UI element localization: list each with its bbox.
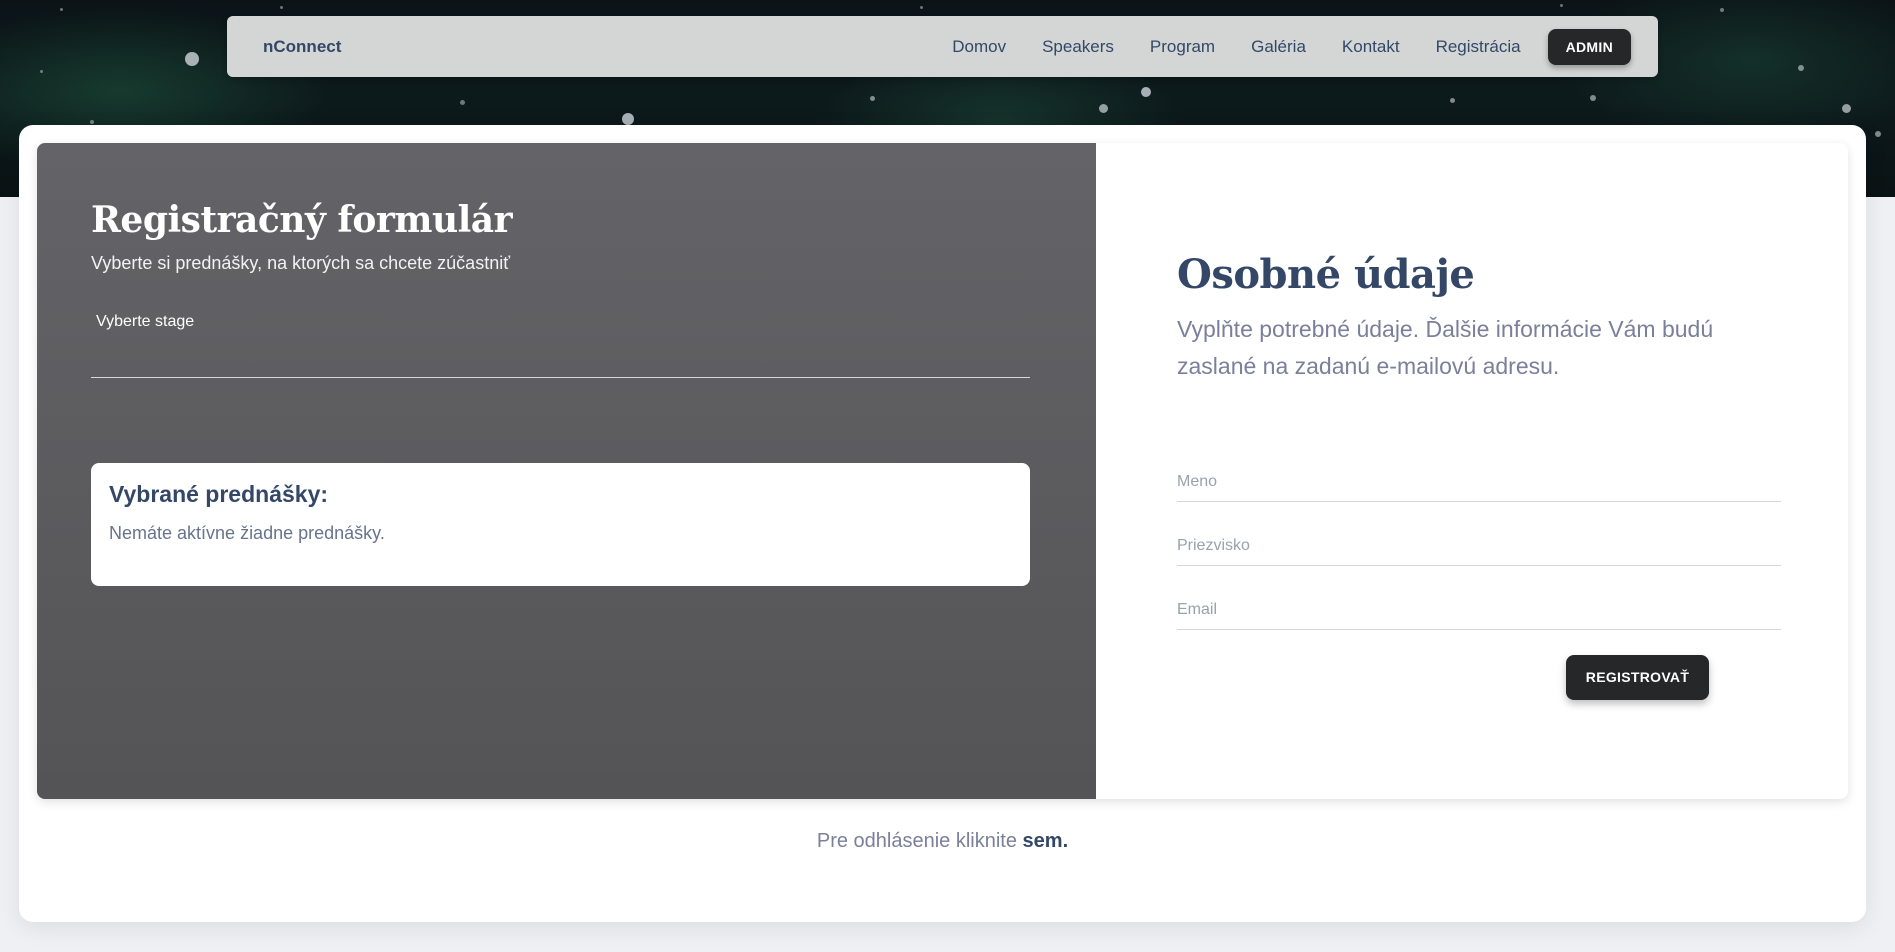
last-name-input[interactable]: [1177, 527, 1781, 565]
first-name-field: [1177, 463, 1781, 502]
star: [60, 8, 63, 11]
star: [1720, 8, 1724, 12]
selected-lectures-title: Vybrané prednášky:: [109, 481, 329, 507]
top-navbar: nConnect Domov Speakers Program Galéria …: [227, 16, 1658, 77]
star: [920, 6, 923, 9]
nav-links: Domov Speakers Program Galéria Kontakt R…: [916, 16, 1631, 77]
lecture-selection-panel: Registračný formulár Vyberte si prednášk…: [37, 143, 1096, 799]
personal-info-title: Osobné údaje: [1177, 251, 1475, 298]
star: [1141, 87, 1151, 97]
star: [1099, 104, 1108, 113]
star: [1798, 65, 1804, 71]
star: [460, 100, 465, 105]
star: [1560, 4, 1563, 7]
logout-line: Pre odhlásenie kliknite sem.: [19, 830, 1866, 853]
star: [280, 6, 283, 9]
star: [1875, 131, 1881, 137]
brand-logo[interactable]: nConnect: [263, 16, 341, 77]
personal-info-subtitle: Vyplňte potrebné údaje. Ďalšie informáci…: [1177, 316, 1714, 379]
nav-link-program[interactable]: Program: [1150, 37, 1215, 57]
main-card: Registračný formulár Vyberte si prednášk…: [19, 125, 1866, 922]
star: [40, 70, 43, 73]
star: [622, 113, 634, 125]
nav-link-kontakt[interactable]: Kontakt: [1342, 37, 1400, 57]
logout-link[interactable]: sem.: [1023, 830, 1069, 852]
star: [90, 120, 94, 124]
register-button[interactable]: REGISTROVAŤ: [1566, 655, 1709, 700]
star: [1450, 98, 1455, 103]
stage-select-label: Vyberte stage: [96, 313, 195, 330]
star: [185, 52, 199, 66]
email-field: [1177, 591, 1781, 630]
registration-form-title: Registračný formulár: [91, 199, 513, 241]
selected-lectures-box: Vybrané prednášky: Nemáte aktívne žiadne…: [91, 463, 1030, 586]
star: [1590, 95, 1596, 101]
last-name-field: [1177, 527, 1781, 566]
admin-button[interactable]: ADMIN: [1547, 28, 1631, 65]
selected-lectures-empty-text: Nemáte aktívne žiadne prednášky.: [109, 523, 385, 543]
nav-link-domov[interactable]: Domov: [952, 37, 1006, 57]
registration-form-subtitle: Vyberte si prednášky, na ktorých sa chce…: [91, 253, 510, 273]
first-name-input[interactable]: [1177, 463, 1781, 501]
nav-link-speakers[interactable]: Speakers: [1042, 37, 1114, 57]
star: [1842, 104, 1851, 113]
stage-select[interactable]: [91, 333, 1030, 378]
star: [870, 96, 875, 101]
logout-text: Pre odhlásenie kliknite: [816, 830, 1017, 852]
nav-link-galeria[interactable]: Galéria: [1251, 37, 1306, 57]
registration-card: Registračný formulár Vyberte si prednášk…: [37, 143, 1848, 799]
nav-link-registracia[interactable]: Registrácia: [1436, 37, 1521, 57]
email-input[interactable]: [1177, 591, 1781, 629]
personal-info-panel: Osobné údaje Vyplňte potrebné údaje. Ďal…: [1096, 143, 1848, 799]
